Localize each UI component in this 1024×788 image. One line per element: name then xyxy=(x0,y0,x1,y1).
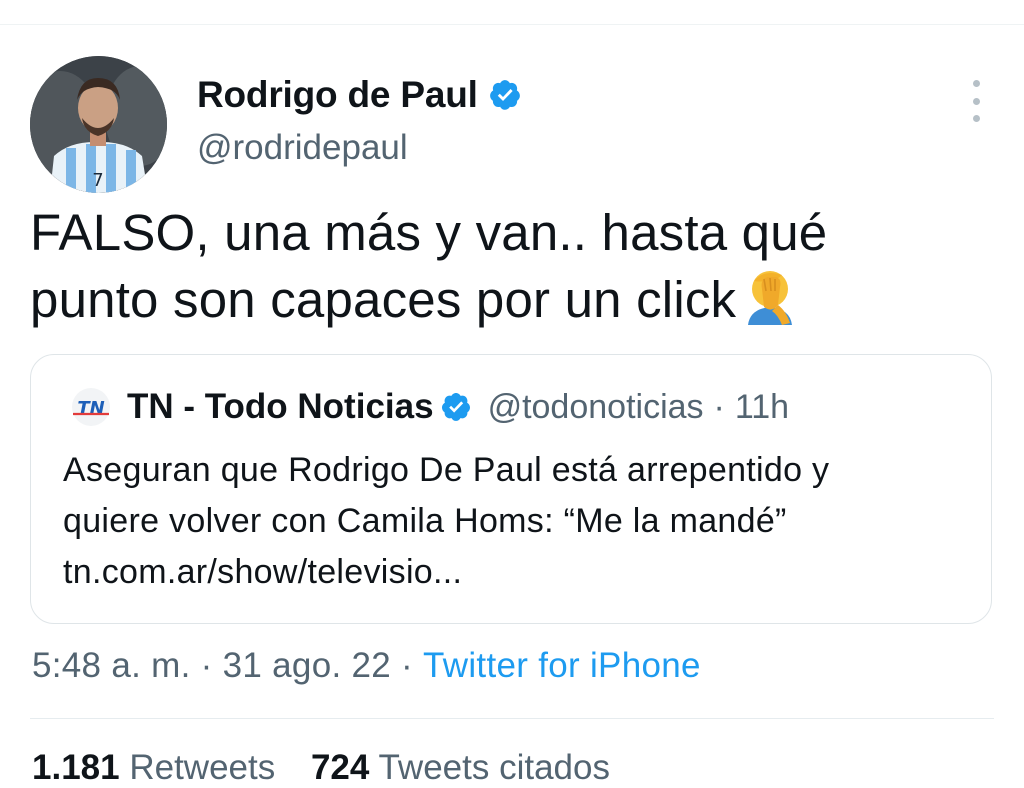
quotes-stat[interactable]: 724 Tweets citados xyxy=(311,748,610,787)
quoted-tweet-card[interactable]: TN TN - Todo Noticias @todonoticias · 11… xyxy=(30,354,992,624)
tweet-text: FALSO, una más y van.. hasta qué punto s… xyxy=(30,199,960,333)
meta-separator: · xyxy=(200,646,213,685)
quoted-link[interactable]: tn.com.ar/show/televisio... xyxy=(63,547,973,598)
author-avatar[interactable]: 7 xyxy=(30,56,167,193)
dot xyxy=(972,115,980,122)
tweet-text-line-2-text: punto son capaces por un click xyxy=(30,271,737,328)
author-display-name[interactable]: Rodrigo de Paul xyxy=(197,74,478,116)
more-options-icon[interactable] xyxy=(964,80,988,122)
tweet: 7 Rodrigo de Paul @rodridepaul FALSO, un… xyxy=(30,56,996,685)
svg-text:7: 7 xyxy=(92,170,103,191)
quotes-count: 724 xyxy=(310,748,370,787)
tweet-header: 7 Rodrigo de Paul @rodridepaul xyxy=(30,56,996,193)
quoted-time: 11h xyxy=(734,387,790,426)
meta-separator: · xyxy=(401,646,414,685)
tweet-time[interactable]: 5:48 a. m. xyxy=(32,646,191,685)
dot xyxy=(972,97,980,105)
quoted-author-handle: @todonoticias xyxy=(487,387,704,426)
top-divider xyxy=(0,24,1024,25)
quoted-text-line-2: quiere volver con Camila Homs: “Me la ma… xyxy=(63,502,787,540)
quoted-tweet-text: Aseguran que Rodrigo De Paul está arrepe… xyxy=(63,445,973,598)
author-names: Rodrigo de Paul @rodridepaul xyxy=(197,72,996,168)
tweet-text-line-1: FALSO, una más y van.. hasta qué xyxy=(30,204,828,261)
tweet-text-line-2: punto son capaces por un click xyxy=(30,266,960,333)
name-row: Rodrigo de Paul xyxy=(197,72,996,118)
quoted-text-line-1: Aseguran que Rodrigo De Paul está arrepe… xyxy=(63,451,830,489)
tweet-date[interactable]: 31 ago. 22 xyxy=(223,646,391,685)
quoted-tweet-header: TN TN - Todo Noticias @todonoticias · 11… xyxy=(63,387,789,427)
verified-badge-icon xyxy=(488,78,522,112)
svg-text:TN: TN xyxy=(77,398,104,419)
avatar-image: 7 xyxy=(30,56,167,193)
quoted-author-name: TN - Todo Noticias xyxy=(127,387,434,426)
tweet-meta: 5:48 a. m. · 31 ago. 22 · Twitter for iPhone xyxy=(32,646,701,686)
quotes-label: Tweets citados xyxy=(378,748,610,787)
tweet-source-link[interactable]: Twitter for iPhone xyxy=(423,646,701,685)
quoted-separator: · xyxy=(713,387,725,426)
tweet-stats: 1.181 Retweets 724 Tweets citados xyxy=(32,748,636,788)
facepalm-emoji-icon xyxy=(742,267,798,325)
stats-divider xyxy=(30,718,994,719)
quoted-verified-badge-icon xyxy=(440,391,472,423)
retweets-label: Retweets xyxy=(129,748,276,787)
dot xyxy=(972,80,980,87)
retweets-stat[interactable]: 1.181 Retweets xyxy=(32,748,275,787)
retweets-count: 1.181 xyxy=(32,748,120,787)
tn-logo-icon: TN xyxy=(63,387,119,427)
author-handle[interactable]: @rodridepaul xyxy=(197,128,996,168)
